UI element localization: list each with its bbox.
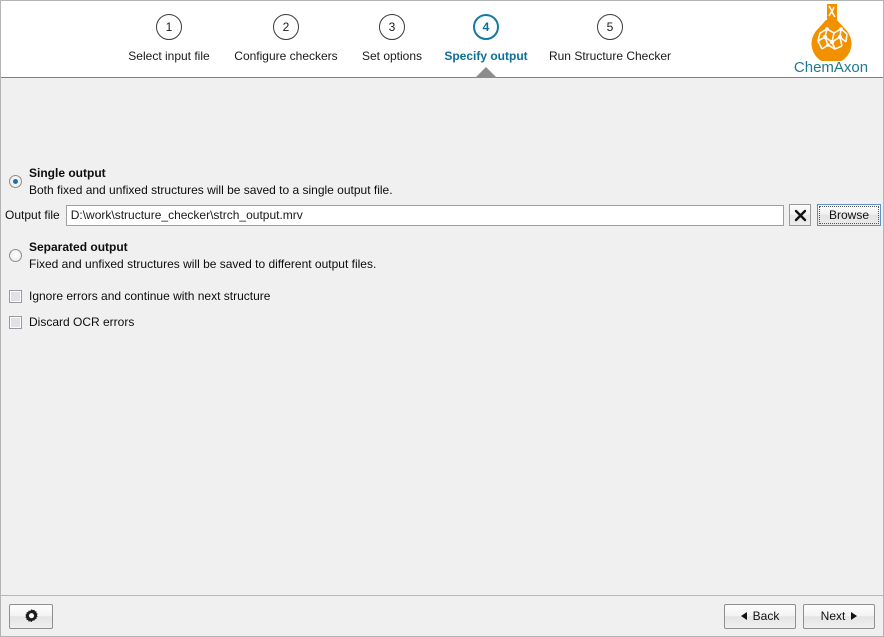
ignore-errors-checkbox[interactable] bbox=[9, 290, 22, 303]
next-button[interactable]: Next bbox=[803, 604, 875, 629]
output-file-label: Output file bbox=[5, 208, 60, 222]
separated-output-option[interactable]: Separated output Fixed and unfixed struc… bbox=[9, 240, 376, 272]
wizard-steps: 1 Select input file 2 Configure checkers… bbox=[1, 1, 761, 77]
specify-output-panel: Single output Both fixed and unfixed str… bbox=[1, 78, 883, 595]
chemaxon-wordmark: ChemAxon bbox=[794, 59, 868, 76]
clear-output-file-button[interactable] bbox=[789, 204, 811, 226]
step-1-number: 1 bbox=[156, 14, 182, 40]
discard-ocr-errors-label: Discard OCR errors bbox=[29, 315, 134, 329]
step-2-number: 2 bbox=[273, 14, 299, 40]
step-5-number: 5 bbox=[597, 14, 623, 40]
step-4-number: 4 bbox=[473, 14, 499, 40]
single-output-title: Single output bbox=[29, 166, 393, 181]
step-5-label: Run Structure Checker bbox=[549, 49, 671, 63]
back-button-label: Back bbox=[753, 609, 780, 623]
active-step-pointer bbox=[475, 67, 497, 78]
output-file-row: Output file Browse bbox=[5, 204, 881, 226]
ignore-errors-label: Ignore errors and continue with next str… bbox=[29, 289, 270, 303]
output-file-input[interactable] bbox=[66, 205, 784, 226]
single-output-description: Both fixed and unfixed structures will b… bbox=[29, 183, 393, 198]
ignore-errors-checkbox-row[interactable]: Ignore errors and continue with next str… bbox=[9, 289, 270, 303]
separated-output-radio[interactable] bbox=[9, 249, 22, 262]
chemaxon-flask-icon bbox=[796, 3, 866, 61]
separated-output-description: Fixed and unfixed structures will be sav… bbox=[29, 257, 376, 272]
settings-button[interactable] bbox=[9, 604, 53, 629]
close-x-icon bbox=[794, 209, 807, 222]
browse-button[interactable]: Browse bbox=[817, 204, 881, 226]
wizard-footer: Back Next bbox=[1, 595, 883, 636]
next-button-label: Next bbox=[821, 609, 846, 623]
discard-ocr-errors-checkbox-row[interactable]: Discard OCR errors bbox=[9, 315, 134, 329]
step-4-label: Specify output bbox=[444, 49, 527, 63]
single-output-radio[interactable] bbox=[9, 175, 22, 188]
wizard-nav-buttons: Back Next bbox=[724, 604, 875, 629]
wizard-step-5[interactable]: 5 Run Structure Checker bbox=[530, 14, 690, 63]
discard-ocr-errors-checkbox[interactable] bbox=[9, 316, 22, 329]
back-button[interactable]: Back bbox=[724, 604, 796, 629]
arrow-right-icon bbox=[851, 612, 857, 620]
gear-icon bbox=[23, 608, 40, 625]
structure-checker-wizard-window: 1 Select input file 2 Configure checkers… bbox=[0, 0, 884, 637]
arrow-left-icon bbox=[741, 612, 747, 620]
single-output-option[interactable]: Single output Both fixed and unfixed str… bbox=[9, 166, 393, 198]
chemaxon-logo: ChemAxon bbox=[785, 3, 877, 77]
step-3-number: 3 bbox=[379, 14, 405, 40]
browse-button-label: Browse bbox=[829, 208, 869, 222]
wizard-step-header: 1 Select input file 2 Configure checkers… bbox=[1, 1, 883, 78]
separated-output-title: Separated output bbox=[29, 240, 376, 255]
step-1-label: Select input file bbox=[128, 49, 209, 63]
